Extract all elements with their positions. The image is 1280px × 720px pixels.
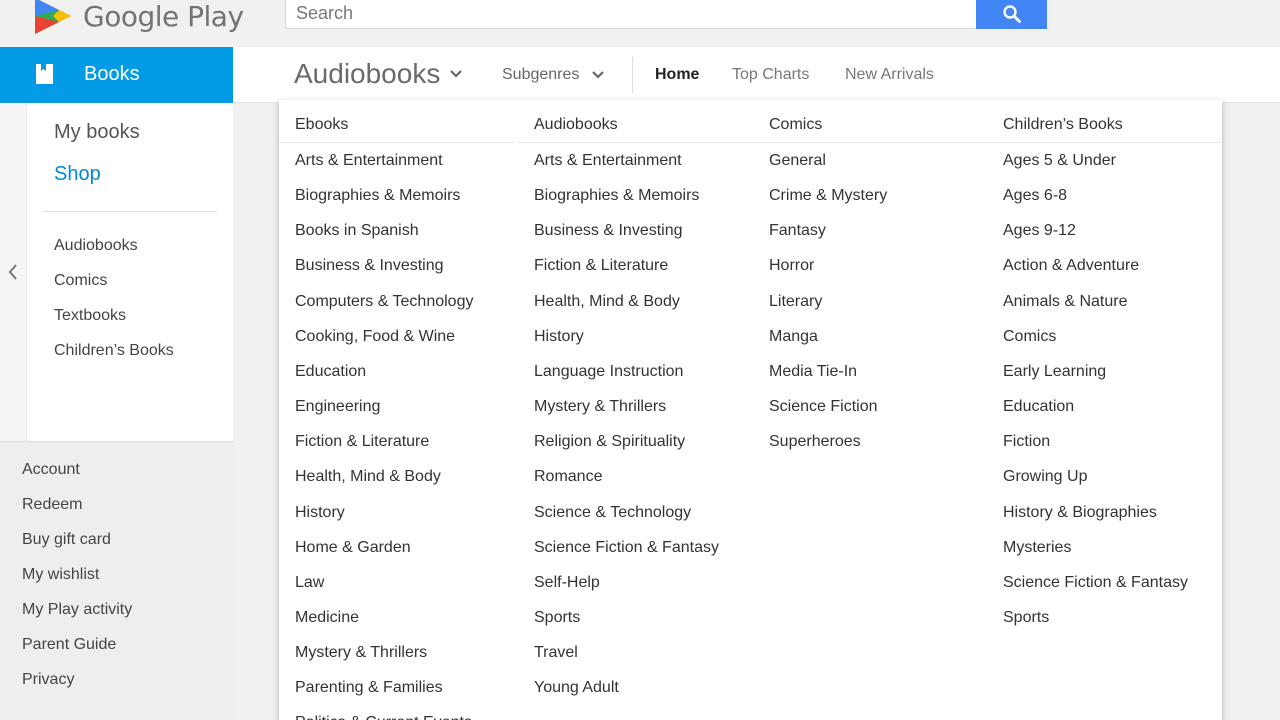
search-button[interactable]	[976, 0, 1047, 29]
footer-item-privacy[interactable]: Privacy	[22, 671, 74, 689]
menu-item[interactable]: Ages 6-8	[1003, 187, 1067, 205]
tab-top-charts[interactable]: Top Charts	[732, 66, 809, 84]
books-label: Books	[84, 63, 140, 85]
menu-item[interactable]: Media Tie-In	[769, 363, 857, 381]
menu-item[interactable]: Action & Adventure	[1003, 257, 1139, 275]
category-dropdown-button[interactable]: Audiobooks	[294, 58, 440, 90]
books-tab[interactable]: Books	[0, 47, 233, 103]
menu-item[interactable]: Mystery & Thrillers	[295, 644, 427, 662]
play-triangle-icon	[35, 0, 71, 34]
menu-item[interactable]: History	[534, 328, 584, 346]
menu-item[interactable]: History & Biographies	[1003, 504, 1157, 522]
column-divider	[518, 142, 1221, 143]
menu-item[interactable]: Education	[295, 363, 366, 381]
menu-item[interactable]: Science Fiction	[769, 398, 878, 416]
column-divider	[279, 142, 514, 143]
my-books-link[interactable]: My books	[54, 121, 140, 144]
column-heading-ebooks[interactable]: Ebooks	[295, 116, 348, 134]
menu-item[interactable]: Self-Help	[534, 574, 600, 592]
menu-item[interactable]: Arts & Entertainment	[534, 152, 682, 170]
column-heading-audiobooks[interactable]: Audiobooks	[534, 116, 618, 134]
tab-home[interactable]: Home	[655, 66, 699, 84]
chevron-left-icon[interactable]	[6, 262, 20, 282]
menu-item[interactable]: Horror	[769, 257, 814, 275]
menu-item[interactable]: Sports	[534, 609, 580, 627]
footer-item-my-play-activity[interactable]: My Play activity	[22, 601, 132, 619]
column-heading-comics[interactable]: Comics	[769, 116, 822, 134]
sidebar-panel	[0, 103, 233, 441]
menu-item[interactable]: Biographies & Memoirs	[295, 187, 460, 205]
menu-item[interactable]: Education	[1003, 398, 1074, 416]
menu-item[interactable]: Fantasy	[769, 222, 826, 240]
menu-item[interactable]: Early Learning	[1003, 363, 1106, 381]
menu-item[interactable]: Politics & Current Events	[295, 714, 472, 720]
menu-item[interactable]: Ages 5 & Under	[1003, 152, 1116, 170]
footer-item-buy-gift-card[interactable]: Buy gift card	[22, 531, 111, 549]
menu-item[interactable]: Science Fiction & Fantasy	[534, 539, 719, 557]
menu-item[interactable]: Travel	[534, 644, 578, 662]
menu-item[interactable]: Animals & Nature	[1003, 293, 1128, 311]
menu-item[interactable]: Home & Garden	[295, 539, 411, 557]
menu-item[interactable]: Comics	[1003, 328, 1056, 346]
menu-item[interactable]: Cooking, Food & Wine	[295, 328, 455, 346]
footer-item-account[interactable]: Account	[22, 461, 80, 479]
sidebar-item-audiobooks[interactable]: Audiobooks	[54, 237, 138, 255]
menu-item[interactable]: Literary	[769, 293, 822, 311]
menu-item[interactable]: Law	[295, 574, 324, 592]
chevron-down-icon[interactable]	[590, 69, 606, 81]
menu-item[interactable]: Engineering	[295, 398, 380, 416]
column-heading-childrens-books[interactable]: Children’s Books	[1003, 116, 1123, 134]
menu-item[interactable]: Parenting & Families	[295, 679, 443, 697]
menu-item[interactable]: Business & Investing	[295, 257, 444, 275]
menu-item[interactable]: Language Instruction	[534, 363, 683, 381]
menu-item[interactable]: Books in Spanish	[295, 222, 419, 240]
sidebar-divider	[43, 211, 217, 212]
shop-link[interactable]: Shop	[54, 163, 101, 186]
menu-item[interactable]: Fiction & Literature	[534, 257, 668, 275]
book-icon	[36, 64, 53, 84]
menu-item[interactable]: Manga	[769, 328, 818, 346]
menu-item[interactable]: Religion & Spirituality	[534, 433, 685, 451]
menu-item[interactable]: Growing Up	[1003, 468, 1087, 486]
menu-item[interactable]: Mystery & Thrillers	[534, 398, 666, 416]
nav-divider	[632, 57, 633, 93]
menu-item[interactable]: Biographies & Memoirs	[534, 187, 699, 205]
sidebar-item-childrens-books[interactable]: Children’s Books	[54, 342, 174, 360]
menu-item[interactable]: General	[769, 152, 826, 170]
subgenres-dropdown-button[interactable]: Subgenres	[502, 66, 579, 84]
search-input[interactable]	[286, 0, 976, 28]
sidebar-item-textbooks[interactable]: Textbooks	[54, 307, 126, 325]
footer-item-redeem[interactable]: Redeem	[22, 496, 82, 514]
menu-item[interactable]: Young Adult	[534, 679, 619, 697]
google-play-logo[interactable]: Google Play	[33, 0, 244, 36]
footer-item-my-wishlist[interactable]: My wishlist	[22, 566, 99, 584]
menu-item[interactable]: Fiction	[1003, 433, 1050, 451]
search-icon	[1002, 5, 1021, 23]
menu-item[interactable]: Crime & Mystery	[769, 187, 887, 205]
sidebar-item-comics[interactable]: Comics	[54, 272, 107, 290]
footer-item-parent-guide[interactable]: Parent Guide	[22, 636, 116, 654]
menu-item[interactable]: Health, Mind & Body	[295, 468, 441, 486]
menu-item[interactable]: Computers & Technology	[295, 293, 473, 311]
tab-new-arrivals[interactable]: New Arrivals	[845, 66, 934, 84]
menu-item[interactable]: Superheroes	[769, 433, 861, 451]
search-box	[285, 0, 977, 29]
logo-text: Google Play	[83, 0, 244, 33]
menu-item[interactable]: Medicine	[295, 609, 359, 627]
menu-item[interactable]: Science & Technology	[534, 504, 691, 522]
menu-item[interactable]: Romance	[534, 468, 602, 486]
menu-item[interactable]: Arts & Entertainment	[295, 152, 443, 170]
menu-item[interactable]: Science Fiction & Fantasy	[1003, 574, 1188, 592]
menu-item[interactable]: History	[295, 504, 345, 522]
menu-item[interactable]: Business & Investing	[534, 222, 683, 240]
menu-item[interactable]: Fiction & Literature	[295, 433, 429, 451]
menu-item[interactable]: Ages 9-12	[1003, 222, 1076, 240]
menu-item[interactable]: Health, Mind & Body	[534, 293, 680, 311]
chevron-down-icon[interactable]	[448, 68, 464, 80]
menu-item[interactable]: Sports	[1003, 609, 1049, 627]
menu-item[interactable]: Mysteries	[1003, 539, 1071, 557]
